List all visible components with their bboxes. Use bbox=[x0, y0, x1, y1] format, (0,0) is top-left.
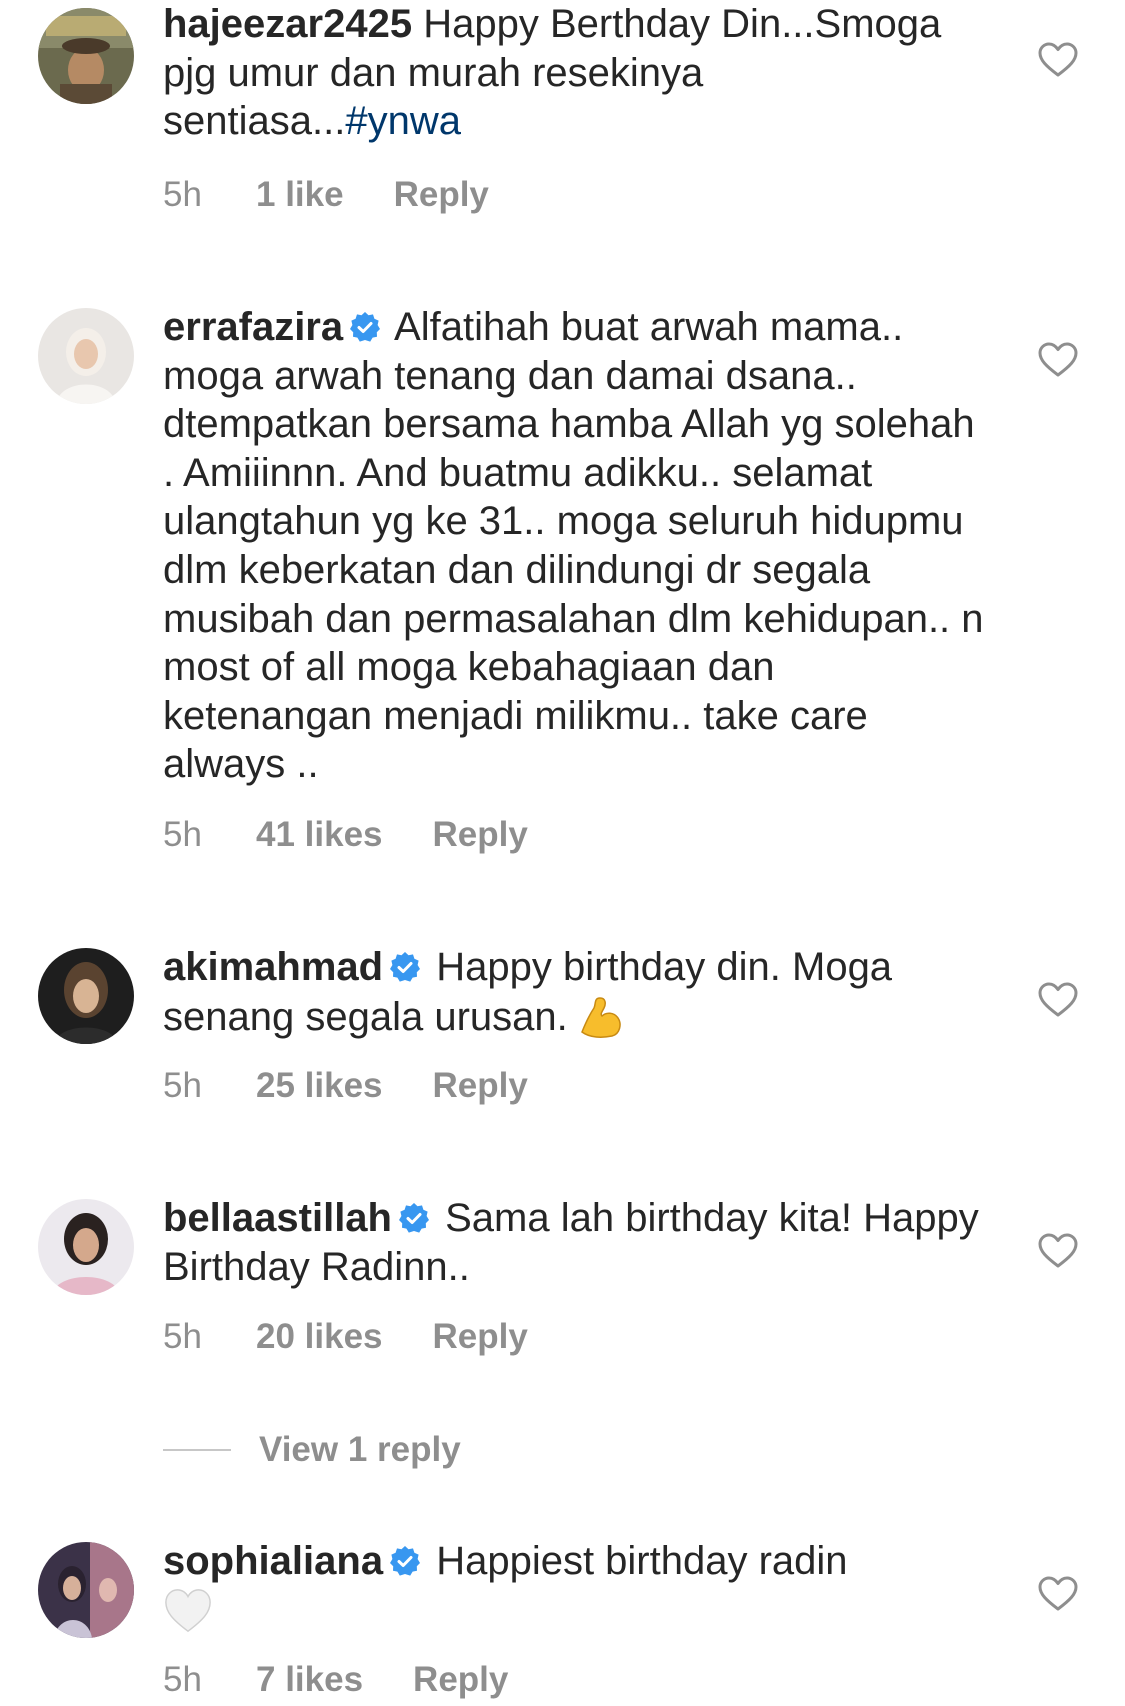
comment-text: sophialiana Happiest birthday radin bbox=[163, 1537, 993, 1636]
reply-button[interactable]: Reply bbox=[433, 1066, 528, 1106]
likes-count[interactable]: 41 likes bbox=[256, 815, 383, 855]
comment-meta: 5h 41 likes Reply bbox=[163, 815, 528, 855]
view-replies-label: View 1 reply bbox=[259, 1430, 461, 1469]
comment-meta: 5h 20 likes Reply bbox=[163, 1317, 528, 1357]
comment-timestamp: 5h bbox=[163, 175, 202, 214]
reply-button[interactable]: Reply bbox=[433, 815, 528, 855]
comment-username[interactable]: bellaastillah bbox=[163, 1196, 392, 1240]
comment-timestamp: 5h bbox=[163, 1660, 202, 1699]
comment-text: errafazira Alfatihah buat arwah mama.. m… bbox=[163, 303, 993, 789]
reply-button[interactable]: Reply bbox=[394, 175, 489, 215]
heart-icon[interactable] bbox=[1038, 42, 1078, 78]
comment-username[interactable]: akimahmad bbox=[163, 945, 383, 989]
comment-username[interactable]: hajeezar2425 bbox=[163, 2, 412, 46]
heart-icon[interactable] bbox=[1038, 982, 1078, 1018]
flexed-biceps-emoji bbox=[576, 992, 626, 1042]
verified-badge-icon bbox=[389, 1545, 421, 1577]
verified-badge-icon bbox=[398, 1202, 430, 1234]
comment-body: Happiest birthday radin bbox=[436, 1539, 848, 1583]
comment-username[interactable]: errafazira bbox=[163, 305, 343, 349]
comment-text: bellaastillah Sama lah birthday kita! Ha… bbox=[163, 1194, 993, 1291]
comment-meta: 5h 7 likes Reply bbox=[163, 1660, 508, 1700]
likes-count[interactable]: 25 likes bbox=[256, 1066, 383, 1106]
comment-timestamp: 5h bbox=[163, 815, 202, 854]
comment-meta: 5h 1 like Reply bbox=[163, 175, 489, 215]
verified-badge-icon bbox=[389, 951, 421, 983]
avatar[interactable] bbox=[38, 8, 134, 104]
avatar[interactable] bbox=[38, 308, 134, 404]
hashtag-link[interactable]: #ynwa bbox=[345, 99, 461, 143]
comment-timestamp: 5h bbox=[163, 1317, 202, 1356]
reply-button[interactable]: Reply bbox=[413, 1660, 508, 1700]
white-heart-emoji bbox=[163, 1586, 215, 1636]
reply-button[interactable]: Reply bbox=[433, 1317, 528, 1357]
heart-icon[interactable] bbox=[1038, 1576, 1078, 1612]
likes-count[interactable]: 7 likes bbox=[256, 1660, 363, 1700]
likes-count[interactable]: 1 like bbox=[256, 175, 344, 215]
comment-body: Alfatihah buat arwah mama.. moga arwah t… bbox=[163, 305, 984, 787]
view-replies-button[interactable]: View 1 reply bbox=[163, 1430, 461, 1470]
heart-icon[interactable] bbox=[1038, 342, 1078, 378]
comment-meta: 5h 25 likes Reply bbox=[163, 1066, 528, 1106]
avatar[interactable] bbox=[38, 1199, 134, 1295]
verified-badge-icon bbox=[349, 311, 381, 343]
comment-text: akimahmad Happy birthday din. Moga senan… bbox=[163, 943, 993, 1042]
likes-count[interactable]: 20 likes bbox=[256, 1317, 383, 1357]
comment-text: hajeezar2425 Happy Berthday Din...Smoga … bbox=[163, 0, 993, 146]
comment-timestamp: 5h bbox=[163, 1066, 202, 1105]
heart-icon[interactable] bbox=[1038, 1233, 1078, 1269]
avatar[interactable] bbox=[38, 1542, 134, 1638]
comment-username[interactable]: sophialiana bbox=[163, 1539, 383, 1583]
avatar[interactable] bbox=[38, 948, 134, 1044]
view-replies-divider bbox=[163, 1449, 231, 1451]
